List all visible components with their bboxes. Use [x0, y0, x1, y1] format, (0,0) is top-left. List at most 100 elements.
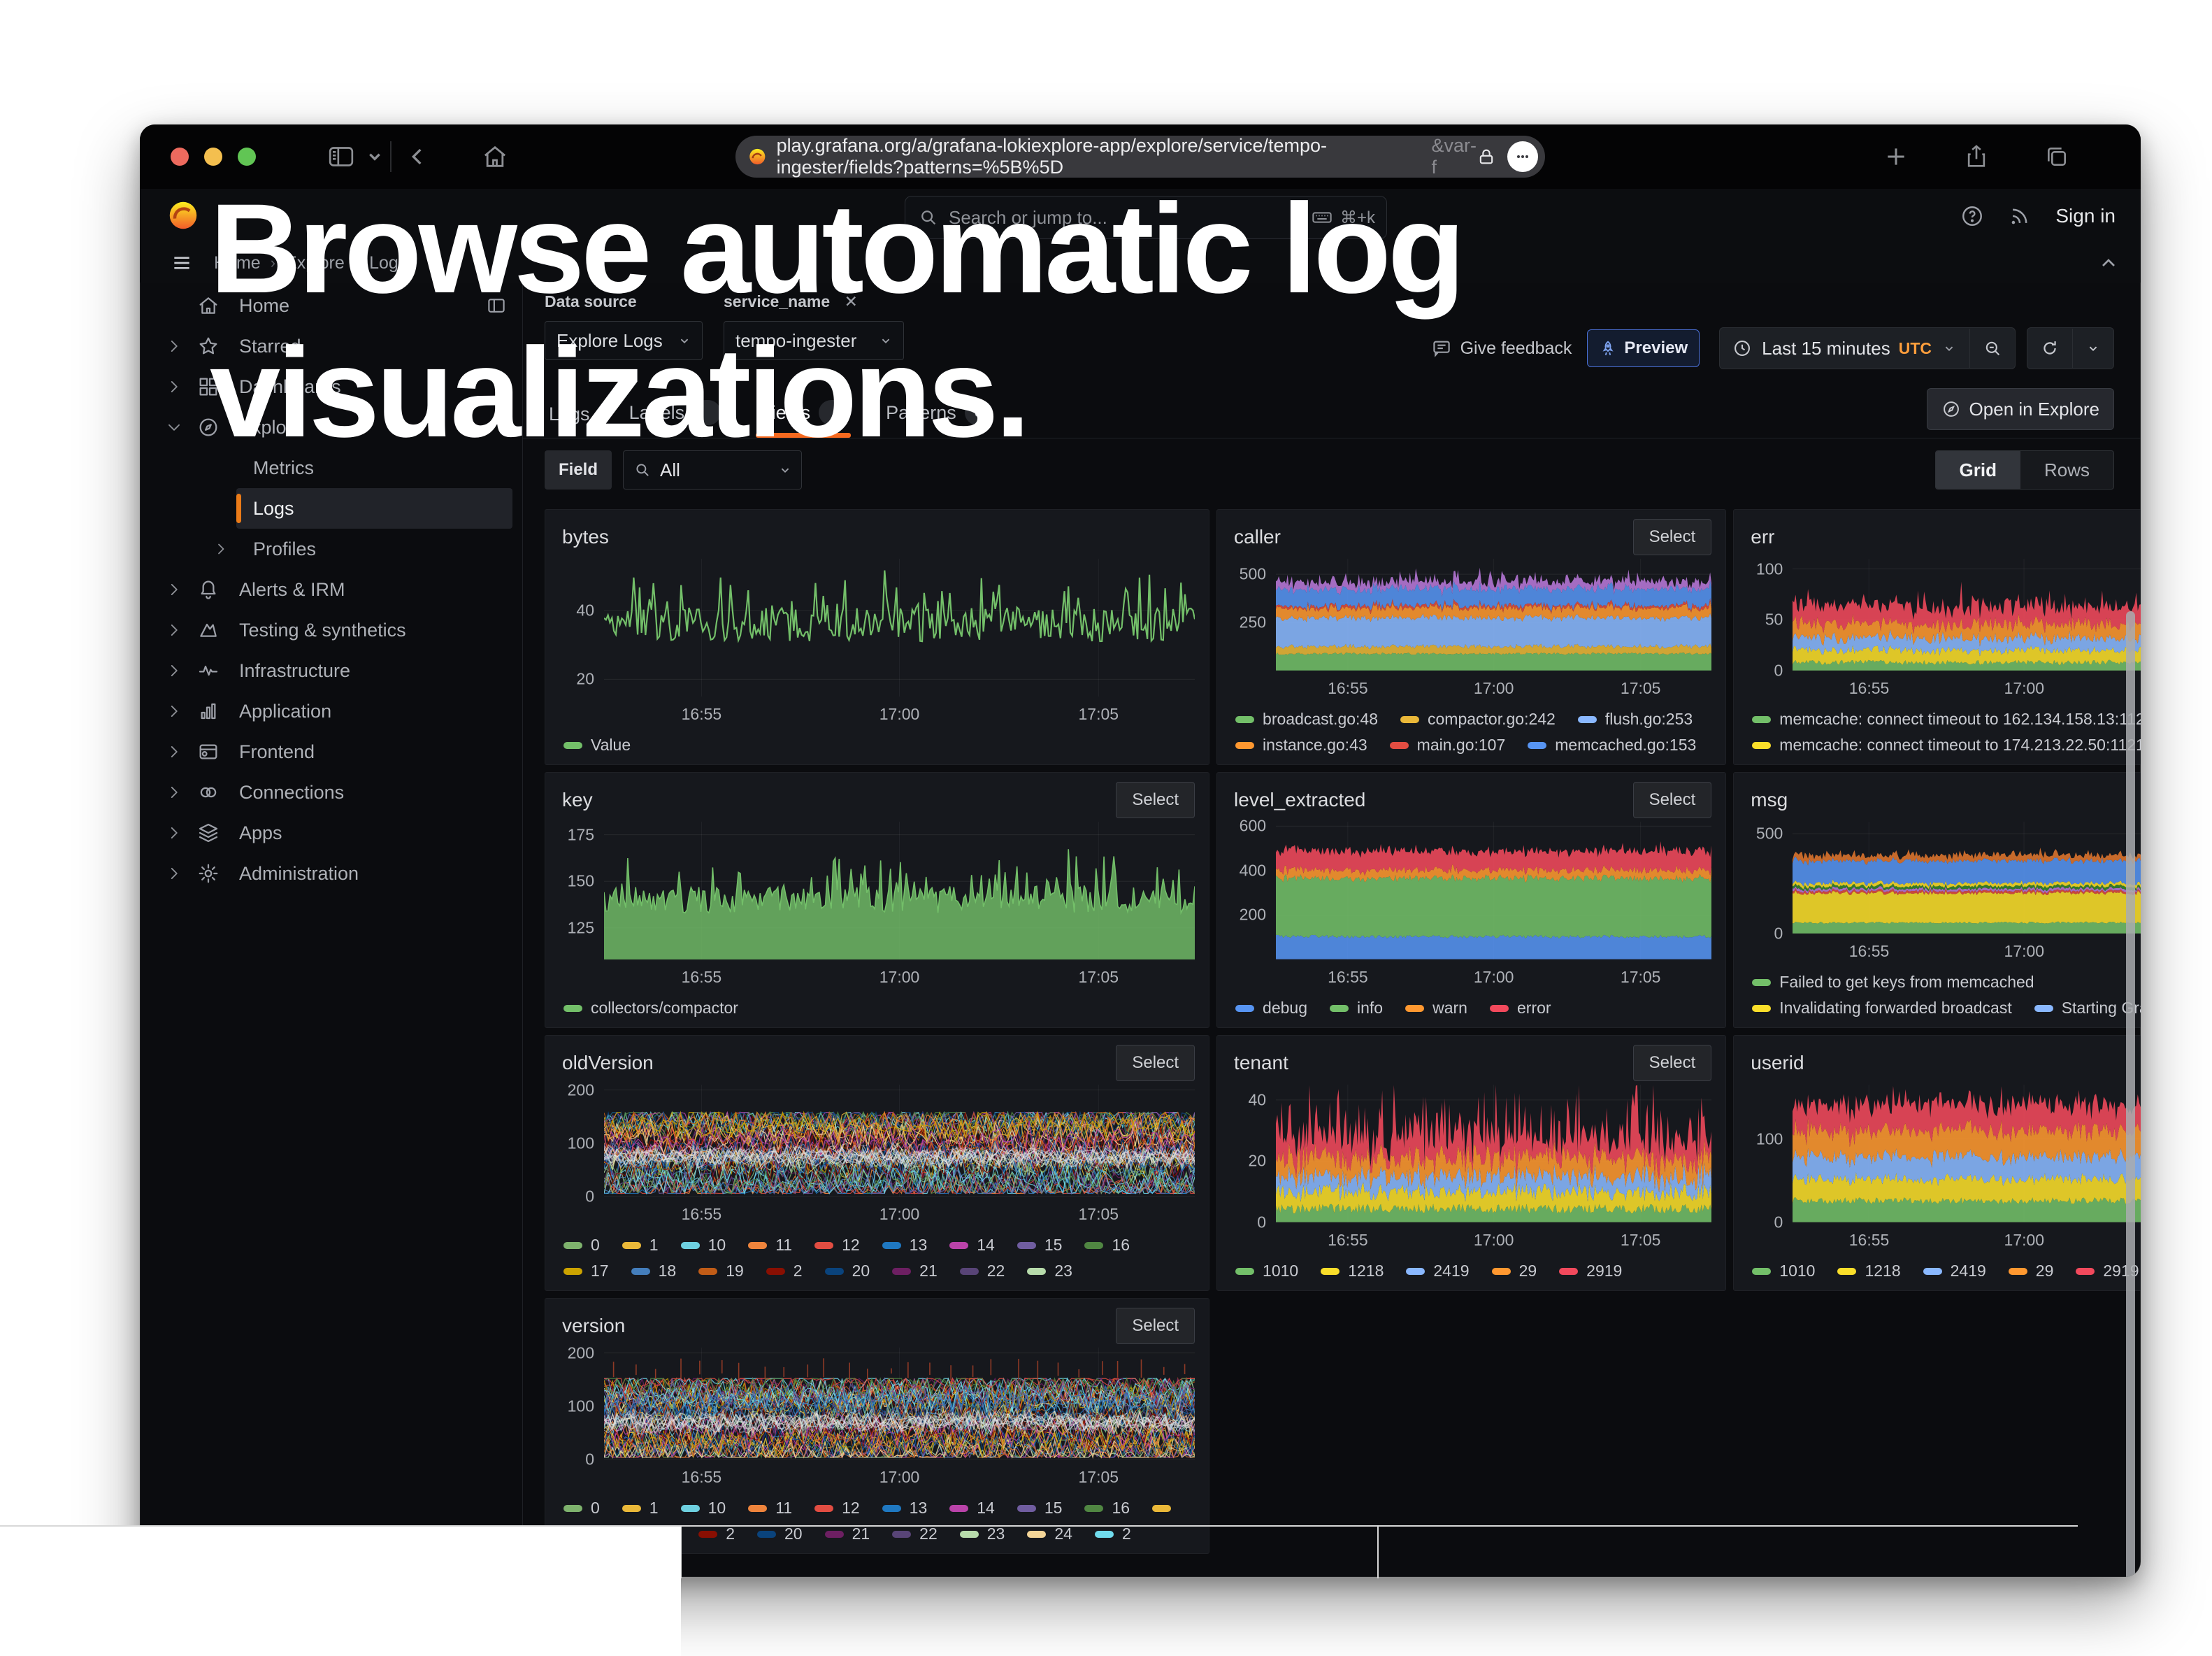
legend-item[interactable]: 14 — [949, 1499, 995, 1518]
legend-item[interactable]: 16 — [1084, 1236, 1130, 1255]
chevron-down-icon[interactable] — [165, 418, 183, 436]
scrollbar[interactable] — [2126, 611, 2135, 1577]
sidebar-toggle-icon[interactable] — [327, 143, 355, 171]
chevron-right-icon[interactable] — [165, 824, 183, 842]
legend-item[interactable]: 19 — [698, 1262, 744, 1280]
sidebar-item-application[interactable]: Application — [140, 691, 522, 731]
chevron-up-icon[interactable] — [2097, 252, 2120, 274]
legend-item[interactable] — [1152, 1505, 1179, 1512]
legend-item[interactable]: 2419 — [1923, 1262, 1986, 1280]
legend-item[interactable]: 2419 — [1406, 1262, 1469, 1280]
chevron-right-icon[interactable] — [213, 541, 229, 557]
minimize-window-button[interactable] — [204, 148, 222, 166]
legend-item[interactable]: 2 — [1095, 1525, 1131, 1543]
chart-plot[interactable]: 600400200 — [1276, 822, 1711, 959]
chart-plot[interactable]: 100500 — [1793, 559, 2141, 671]
chevron-right-icon[interactable] — [165, 662, 183, 680]
legend-item[interactable]: Failed to get keys from memcached — [1752, 973, 2034, 992]
legend-item[interactable]: 0 — [563, 1499, 600, 1518]
legend-item[interactable]: 1 — [622, 1236, 659, 1255]
sidebar-item-profiles[interactable]: Profiles — [236, 529, 512, 569]
legend-item[interactable]: 10 — [681, 1236, 726, 1255]
legend-item[interactable]: 23 — [960, 1525, 1005, 1543]
legend-item[interactable]: 21 — [825, 1525, 870, 1543]
help-icon[interactable] — [1960, 204, 1984, 228]
sign-in-button[interactable]: Sign in — [2055, 205, 2116, 227]
legend-item[interactable]: 21 — [892, 1262, 938, 1280]
legend-item[interactable]: 11 — [748, 1499, 792, 1518]
legend-item[interactable]: memcache: connect timeout to 174.213.22.… — [1752, 736, 2141, 755]
legend-item[interactable]: 17 — [563, 1262, 609, 1280]
menu-icon[interactable] — [171, 252, 193, 274]
chart-plot[interactable]: 1000 — [1793, 1085, 2141, 1222]
legend-item[interactable]: Starting Grafana Enterpri — [2034, 999, 2141, 1018]
legend-item[interactable]: Invalidating forwarded broadcast — [1752, 999, 2011, 1018]
zoom-out-button[interactable] — [1970, 338, 2015, 358]
new-tab-icon[interactable] — [1882, 143, 1910, 171]
sidebar-item-testing-synthetics[interactable]: Testing & synthetics — [140, 610, 522, 650]
share-icon[interactable] — [1962, 143, 1990, 171]
select-button[interactable]: Select — [1633, 782, 1712, 818]
layout-toggle-grid[interactable]: Grid — [1936, 451, 2020, 489]
grafana-logo[interactable] — [168, 200, 199, 231]
chevron-right-icon[interactable] — [165, 783, 183, 801]
sidebar-item-frontend[interactable]: Frontend — [140, 731, 522, 772]
legend-item[interactable]: compactor.go:242 — [1400, 710, 1556, 729]
zoom-window-button[interactable] — [238, 148, 256, 166]
legend-item[interactable]: 11 — [748, 1236, 792, 1255]
legend-item[interactable]: debug — [1235, 999, 1307, 1018]
legend-item[interactable]: 12 — [814, 1236, 860, 1255]
legend-item[interactable]: 14 — [949, 1236, 995, 1255]
chart-plot[interactable]: 2001000 — [604, 1348, 1195, 1459]
chevron-right-icon[interactable] — [165, 702, 183, 720]
select-button[interactable]: Select — [1116, 1308, 1195, 1344]
time-range-picker[interactable]: Last 15 minutes UTC — [1719, 327, 2016, 369]
legend-item[interactable]: collectors/compactor — [563, 999, 738, 1018]
sidebar-item-alerts-irm[interactable]: Alerts & IRM — [140, 569, 522, 610]
home-nav-icon[interactable] — [481, 143, 509, 171]
legend-item[interactable]: info — [1330, 999, 1383, 1018]
refresh-interval-button[interactable] — [2073, 341, 2113, 356]
more-options-icon[interactable] — [1507, 141, 1538, 172]
chevron-right-icon[interactable] — [165, 378, 183, 396]
legend-item[interactable]: 15 — [1017, 1236, 1063, 1255]
chevron-right-icon[interactable] — [165, 743, 183, 761]
chevron-right-icon[interactable] — [165, 864, 183, 883]
legend-item[interactable]: 29 — [1492, 1262, 1537, 1280]
legend-item[interactable]: warn — [1405, 999, 1467, 1018]
legend-item[interactable]: flush.go:253 — [1578, 710, 1693, 729]
legend-item[interactable]: 20 — [825, 1262, 870, 1280]
chevron-right-icon[interactable] — [165, 580, 183, 599]
chart-plot[interactable]: 500250 — [1276, 559, 1711, 671]
legend-item[interactable]: 18 — [631, 1262, 677, 1280]
close-window-button[interactable] — [171, 148, 189, 166]
legend-item[interactable]: 23 — [1027, 1262, 1072, 1280]
legend-item[interactable]: 10 — [681, 1499, 726, 1518]
url-bar[interactable]: play.grafana.org/a/grafana-lokiexplore-a… — [735, 136, 1545, 178]
chart-plot[interactable]: 175150125 — [604, 822, 1195, 959]
legend-item[interactable]: Value — [563, 736, 631, 755]
legend-item[interactable]: 2 — [698, 1525, 735, 1543]
legend-item[interactable]: 22 — [960, 1262, 1005, 1280]
legend-item[interactable]: 22 — [892, 1525, 938, 1543]
chevron-right-icon[interactable] — [165, 621, 183, 639]
legend-item[interactable]: main.go:107 — [1390, 736, 1506, 755]
legend-item[interactable]: 1218 — [1321, 1262, 1384, 1280]
legend-item[interactable]: 13 — [882, 1236, 928, 1255]
news-rss-icon[interactable] — [2008, 204, 2032, 228]
select-button[interactable]: Select — [1116, 1045, 1195, 1081]
open-in-explore-button[interactable]: Open in Explore — [1927, 388, 2114, 430]
legend-item[interactable]: broadcast.go:48 — [1235, 710, 1378, 729]
chevron-down-icon[interactable] — [361, 143, 389, 171]
legend-item[interactable]: 1010 — [1235, 1262, 1298, 1280]
chevron-right-icon[interactable] — [165, 337, 183, 355]
sidebar-item-apps[interactable]: Apps — [140, 813, 522, 853]
select-button[interactable]: Select — [1116, 782, 1195, 818]
sidebar-item-connections[interactable]: Connections — [140, 772, 522, 813]
legend-item[interactable]: 2 — [766, 1262, 803, 1280]
legend-item[interactable]: 12 — [814, 1499, 860, 1518]
legend-item[interactable]: error — [1490, 999, 1551, 1018]
legend-item[interactable]: 29 — [2009, 1262, 2054, 1280]
chart-plot[interactable]: 2001000 — [604, 1085, 1195, 1197]
legend-item[interactable]: memcache: connect timeout to 162.134.158… — [1752, 710, 2141, 729]
